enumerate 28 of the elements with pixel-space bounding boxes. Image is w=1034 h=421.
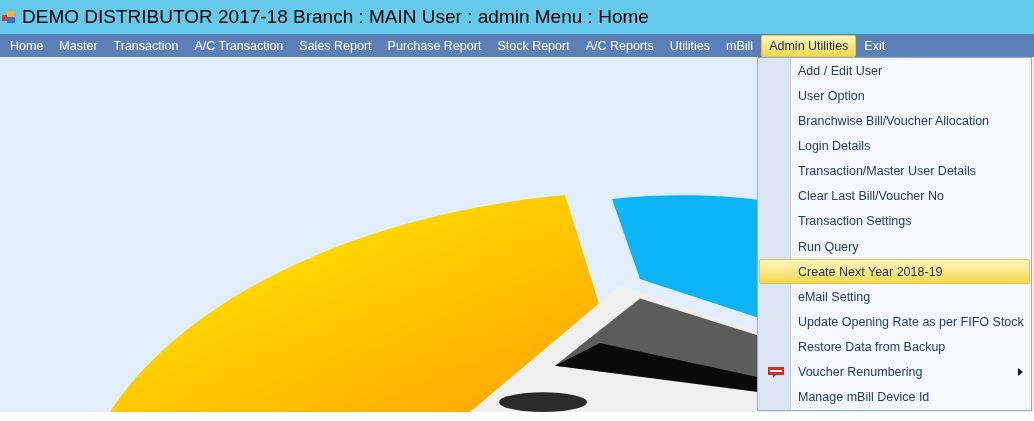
menu-item[interactable]: mBill [718, 34, 762, 57]
menu-option[interactable]: Update Opening Rate as per FIFO Stock [759, 309, 1030, 335]
menu-option[interactable]: Run Query [759, 234, 1030, 260]
menu-option[interactable]: Restore Data from Backup [759, 334, 1030, 360]
menu-option[interactable]: Manage mBill Device Id [759, 384, 1030, 410]
menu-option[interactable]: Branchwise Bill/Voucher Allocation [759, 108, 1030, 134]
menu-option[interactable]: Login Details [759, 133, 1030, 159]
menu-item[interactable]: Transaction [105, 34, 187, 57]
menu-option[interactable]: User Option [759, 83, 1030, 109]
menu-option[interactable]: Transaction/Master User Details [759, 158, 1030, 184]
menu-item[interactable]: Sales Report [291, 34, 380, 57]
menu-option[interactable]: Clear Last Bill/Voucher No [759, 183, 1030, 209]
menu-item[interactable]: Purchase Report [379, 34, 490, 57]
app-icon [2, 10, 16, 24]
menu-item[interactable]: A/C Transaction [186, 34, 292, 57]
menu-item[interactable]: Home [2, 34, 52, 57]
menu-option[interactable]: Add / Edit User [759, 58, 1030, 84]
menu-option[interactable]: eMail Setting [759, 284, 1030, 310]
menu-item[interactable]: Utilities [661, 34, 719, 57]
menu-item[interactable]: A/C Reports [577, 34, 662, 57]
menu-option[interactable]: Transaction Settings [759, 208, 1030, 234]
menu-option[interactable]: Voucher Renumbering [759, 359, 1030, 385]
menu-item[interactable]: Stock Report [489, 34, 578, 57]
menu-item[interactable]: Master [51, 34, 106, 57]
menu-item[interactable]: Exit [856, 34, 894, 57]
menu-item[interactable]: Admin Utilities [761, 34, 857, 57]
menu-option[interactable]: Create Next Year 2018-19 [759, 259, 1030, 285]
window-title: DEMO DISTRIBUTOR 2017-18 Branch : MAIN User : admin Menu : Home [22, 6, 649, 28]
